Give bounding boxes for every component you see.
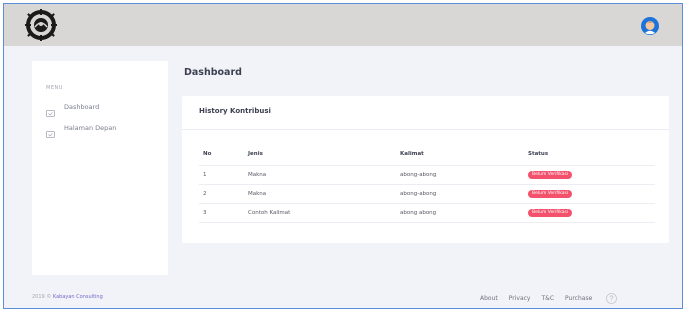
cell-status: Belum Verifikasi bbox=[524, 184, 655, 204]
history-table: No Jenis Kalimat Status 1 Makna abong-ab… bbox=[199, 144, 655, 223]
cell-no: 2 bbox=[199, 184, 244, 204]
menu-section-title: MENU bbox=[46, 85, 63, 91]
cell-kalimat: abong abong bbox=[396, 203, 524, 223]
app-frame: MENU Dashboard Halaman Depan Dashboard H… bbox=[3, 3, 683, 309]
cell-jenis: Makna bbox=[244, 165, 396, 185]
status-badge: Belum Verifikasi bbox=[528, 208, 573, 217]
footer-link-about[interactable]: About bbox=[480, 295, 498, 302]
footer-link-privacy[interactable]: Privacy bbox=[509, 295, 531, 302]
footer-link-tc[interactable]: T&C bbox=[541, 295, 554, 302]
column-header-kalimat: Kalimat bbox=[396, 144, 524, 166]
footer-copyright: 2019 © Kabayan Consulting bbox=[32, 294, 103, 300]
cell-no: 1 bbox=[199, 165, 244, 185]
sidebar-item-halaman-depan[interactable]: Halaman Depan bbox=[46, 122, 117, 138]
column-header-status: Status bbox=[524, 144, 655, 166]
card-title: History Kontribusi bbox=[199, 107, 271, 115]
monitor-icon bbox=[46, 124, 55, 138]
university-seal-icon[interactable] bbox=[25, 9, 57, 41]
cell-status: Belum Verifikasi bbox=[524, 203, 655, 223]
copyright-text: 2019 © bbox=[32, 294, 53, 300]
cell-kalimat: abong-abong bbox=[396, 184, 524, 204]
cell-jenis: Contoh Kalimat bbox=[244, 203, 396, 223]
top-header bbox=[4, 4, 682, 46]
column-header-no: No bbox=[199, 144, 244, 166]
card-divider bbox=[182, 129, 669, 130]
footer-link-purchase[interactable]: Purchase bbox=[565, 295, 592, 302]
history-card: History Kontribusi No Jenis Kalimat Stat… bbox=[182, 96, 669, 243]
status-badge: Belum Verifikasi bbox=[528, 170, 573, 179]
sidebar-item-label: Halaman Depan bbox=[64, 124, 117, 132]
page-title: Dashboard bbox=[184, 67, 242, 78]
cell-status: Belum Verifikasi bbox=[524, 165, 655, 185]
table-row: 2 Makna abong-abong Belum Verifikasi bbox=[199, 184, 655, 204]
cell-kalimat: abong-abong bbox=[396, 165, 524, 185]
column-header-jenis: Jenis bbox=[244, 144, 396, 166]
table-row: 3 Contoh Kalimat abong abong Belum Verif… bbox=[199, 203, 655, 223]
footer-links: About Privacy T&C Purchase bbox=[480, 293, 618, 304]
cell-no: 3 bbox=[199, 203, 244, 223]
status-badge: Belum Verifikasi bbox=[528, 189, 573, 198]
cell-jenis: Makna bbox=[244, 184, 396, 204]
sidebar-item-label: Dashboard bbox=[64, 103, 100, 111]
table-row: 1 Makna abong-abong Belum Verifikasi bbox=[199, 165, 655, 185]
user-avatar-icon[interactable] bbox=[641, 17, 659, 35]
table-header-row: No Jenis Kalimat Status bbox=[199, 144, 655, 166]
monitor-icon bbox=[46, 103, 55, 117]
brand-link[interactable]: Kabayan Consulting bbox=[53, 294, 103, 300]
sidebar-item-dashboard[interactable]: Dashboard bbox=[46, 101, 100, 117]
sidebar: MENU Dashboard Halaman Depan bbox=[32, 61, 168, 275]
question-circle-icon[interactable] bbox=[606, 293, 618, 304]
